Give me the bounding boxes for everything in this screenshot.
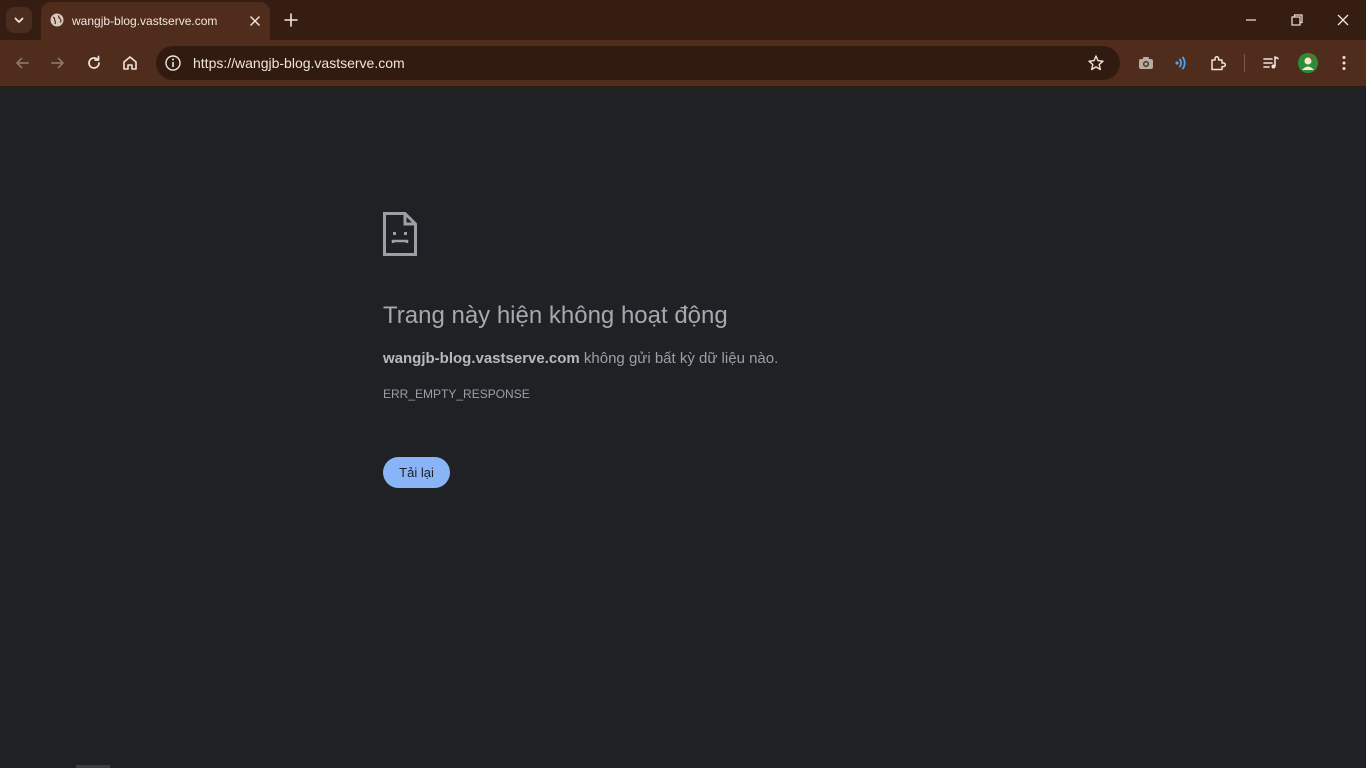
address-bar[interactable]: https://wangjb-blog.vastserve.com xyxy=(156,46,1120,80)
error-host: wangjb-blog.vastserve.com xyxy=(383,350,580,367)
camera-icon[interactable] xyxy=(1137,54,1155,72)
error-title: Trang này hiện không hoạt động xyxy=(383,302,728,329)
restore-icon[interactable] xyxy=(1290,13,1304,27)
tab-title: wangjb-blog.vastserve.com xyxy=(72,14,218,28)
star-icon[interactable] xyxy=(1087,54,1105,72)
error-description-text: không gửi bất kỳ dữ liệu nào. xyxy=(579,350,779,367)
home-icon[interactable] xyxy=(121,54,139,72)
close-window-icon[interactable] xyxy=(1336,13,1350,27)
profile-avatar[interactable] xyxy=(1298,53,1318,73)
extensions-icon[interactable] xyxy=(1209,54,1227,72)
error-code: ERR_EMPTY_RESPONSE xyxy=(383,387,530,401)
minimize-icon[interactable] xyxy=(1244,13,1258,27)
info-icon[interactable] xyxy=(164,54,182,72)
error-description: wangjb-blog.vastserve.com không gửi bất … xyxy=(383,350,778,367)
globe-icon xyxy=(50,13,64,27)
media-control-icon[interactable] xyxy=(1262,54,1280,72)
tab-search-button[interactable] xyxy=(6,7,32,33)
close-icon[interactable] xyxy=(248,14,262,28)
tab-strip: wangjb-blog.vastserve.com xyxy=(0,0,1366,40)
url-text: https://wangjb-blog.vastserve.com xyxy=(193,55,405,71)
toolbar-separator xyxy=(1244,54,1245,72)
reload-button[interactable]: Tải lại xyxy=(383,457,450,488)
audio-icon[interactable] xyxy=(1173,54,1191,72)
new-tab-icon[interactable] xyxy=(283,12,299,28)
active-tab[interactable]: wangjb-blog.vastserve.com xyxy=(41,2,270,40)
menu-icon[interactable] xyxy=(1335,54,1353,72)
profile-icon xyxy=(1298,53,1318,73)
browser-toolbar: https://wangjb-blog.vastserve.com xyxy=(0,40,1366,87)
forward-icon[interactable] xyxy=(49,54,67,72)
error-page: Trang này hiện không hoạt động wangjb-bl… xyxy=(0,88,1366,768)
reload-icon[interactable] xyxy=(85,54,103,72)
back-icon[interactable] xyxy=(13,54,31,72)
chevron-down-icon xyxy=(14,17,24,23)
sad-page-icon xyxy=(383,212,417,256)
